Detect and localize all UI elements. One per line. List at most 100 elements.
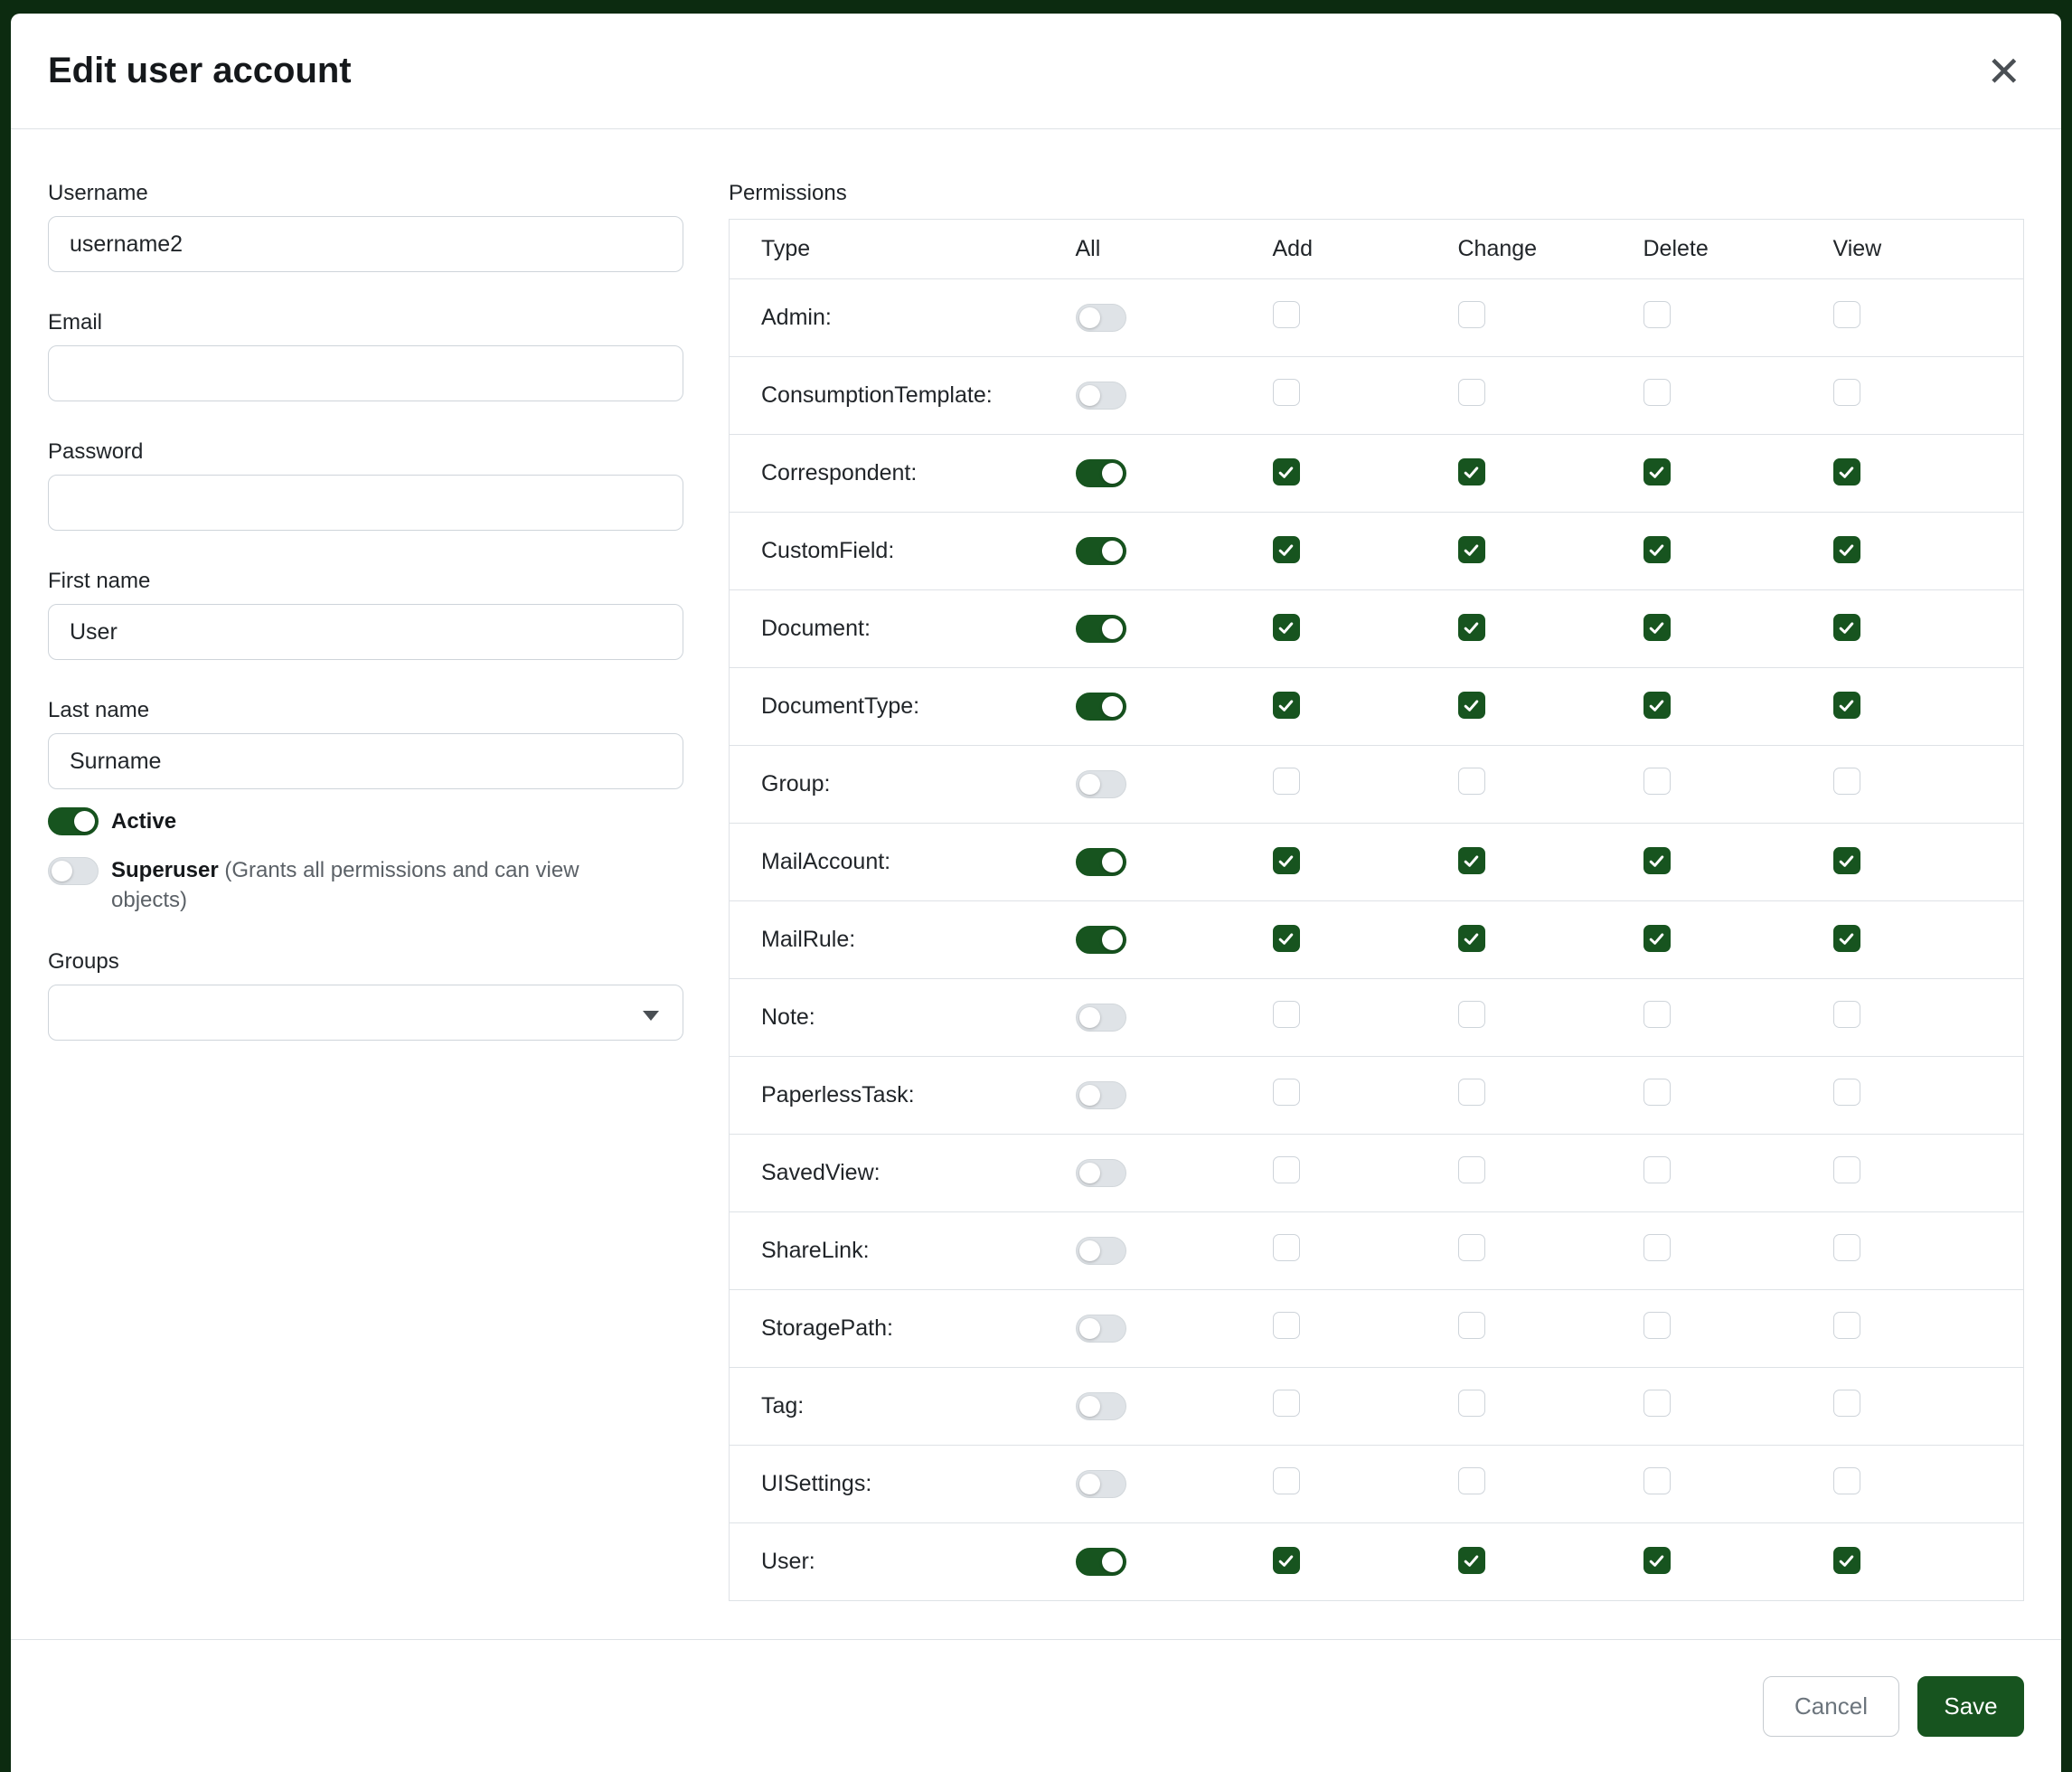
delete-checkbox[interactable] <box>1643 458 1671 485</box>
delete-checkbox[interactable] <box>1643 925 1671 952</box>
change-checkbox[interactable] <box>1458 614 1485 641</box>
password-input[interactable] <box>48 475 683 531</box>
add-checkbox[interactable] <box>1273 847 1300 874</box>
all-toggle[interactable] <box>1076 1548 1126 1576</box>
delete-checkbox[interactable] <box>1643 536 1671 563</box>
delete-checkbox[interactable] <box>1643 1156 1671 1183</box>
active-toggle[interactable] <box>48 807 99 835</box>
delete-checkbox[interactable] <box>1643 301 1671 328</box>
add-checkbox[interactable] <box>1273 925 1300 952</box>
add-checkbox[interactable] <box>1273 1390 1300 1417</box>
add-checkbox[interactable] <box>1273 614 1300 641</box>
delete-checkbox[interactable] <box>1643 692 1671 719</box>
view-checkbox[interactable] <box>1833 458 1860 485</box>
close-button[interactable]: ✕ <box>1986 51 2021 92</box>
add-checkbox[interactable] <box>1273 301 1300 328</box>
change-checkbox[interactable] <box>1458 768 1485 795</box>
add-checkbox[interactable] <box>1273 379 1300 406</box>
change-checkbox[interactable] <box>1458 536 1485 563</box>
delete-checkbox[interactable] <box>1643 1390 1671 1417</box>
change-checkbox[interactable] <box>1458 692 1485 719</box>
view-checkbox[interactable] <box>1833 847 1860 874</box>
view-checkbox[interactable] <box>1833 925 1860 952</box>
add-checkbox[interactable] <box>1273 1001 1300 1028</box>
view-checkbox[interactable] <box>1833 1234 1860 1261</box>
view-checkbox[interactable] <box>1833 1547 1860 1574</box>
delete-checkbox[interactable] <box>1643 1234 1671 1261</box>
permission-type-label: Correspondent: <box>730 435 1076 513</box>
change-checkbox[interactable] <box>1458 458 1485 485</box>
add-checkbox[interactable] <box>1273 1156 1300 1183</box>
all-toggle[interactable] <box>1076 1004 1126 1032</box>
add-checkbox[interactable] <box>1273 458 1300 485</box>
view-checkbox[interactable] <box>1833 1467 1860 1494</box>
all-toggle[interactable] <box>1076 304 1126 332</box>
first-name-group: First name <box>48 569 683 660</box>
add-checkbox[interactable] <box>1273 692 1300 719</box>
change-checkbox[interactable] <box>1458 301 1485 328</box>
all-toggle[interactable] <box>1076 615 1126 643</box>
all-toggle[interactable] <box>1076 1159 1126 1187</box>
change-checkbox[interactable] <box>1458 925 1485 952</box>
add-checkbox[interactable] <box>1273 1312 1300 1339</box>
delete-checkbox[interactable] <box>1643 768 1671 795</box>
all-toggle[interactable] <box>1076 459 1126 487</box>
delete-checkbox[interactable] <box>1643 847 1671 874</box>
groups-select[interactable] <box>48 985 683 1041</box>
delete-checkbox[interactable] <box>1643 1547 1671 1574</box>
change-checkbox[interactable] <box>1458 1079 1485 1106</box>
view-checkbox[interactable] <box>1833 1312 1860 1339</box>
delete-checkbox[interactable] <box>1643 379 1671 406</box>
view-checkbox[interactable] <box>1833 379 1860 406</box>
view-checkbox[interactable] <box>1833 301 1860 328</box>
toggle-knob <box>1102 463 1123 484</box>
view-checkbox[interactable] <box>1833 536 1860 563</box>
save-button[interactable]: Save <box>1917 1676 2024 1737</box>
all-toggle[interactable] <box>1076 770 1126 798</box>
add-checkbox[interactable] <box>1273 536 1300 563</box>
delete-checkbox[interactable] <box>1643 614 1671 641</box>
change-checkbox[interactable] <box>1458 1547 1485 1574</box>
change-checkbox[interactable] <box>1458 1001 1485 1028</box>
add-checkbox[interactable] <box>1273 1079 1300 1106</box>
username-input[interactable] <box>48 216 683 272</box>
all-toggle[interactable] <box>1076 1470 1126 1498</box>
change-checkbox[interactable] <box>1458 1312 1485 1339</box>
first-name-input[interactable] <box>48 604 683 660</box>
all-toggle[interactable] <box>1076 537 1126 565</box>
all-toggle[interactable] <box>1076 926 1126 954</box>
delete-checkbox[interactable] <box>1643 1001 1671 1028</box>
change-checkbox[interactable] <box>1458 379 1485 406</box>
superuser-toggle[interactable] <box>48 857 99 885</box>
delete-checkbox[interactable] <box>1643 1467 1671 1494</box>
change-checkbox[interactable] <box>1458 1467 1485 1494</box>
view-checkbox[interactable] <box>1833 692 1860 719</box>
add-checkbox[interactable] <box>1273 1467 1300 1494</box>
change-checkbox[interactable] <box>1458 847 1485 874</box>
permission-row: Document: <box>730 590 2024 668</box>
change-checkbox[interactable] <box>1458 1390 1485 1417</box>
add-checkbox[interactable] <box>1273 1234 1300 1261</box>
all-toggle[interactable] <box>1076 382 1126 410</box>
all-toggle[interactable] <box>1076 1392 1126 1420</box>
view-checkbox[interactable] <box>1833 614 1860 641</box>
view-checkbox[interactable] <box>1833 1001 1860 1028</box>
cancel-button[interactable]: Cancel <box>1763 1676 1899 1737</box>
last-name-input[interactable] <box>48 733 683 789</box>
add-checkbox[interactable] <box>1273 768 1300 795</box>
delete-checkbox[interactable] <box>1643 1312 1671 1339</box>
all-toggle[interactable] <box>1076 848 1126 876</box>
delete-checkbox[interactable] <box>1643 1079 1671 1106</box>
change-checkbox[interactable] <box>1458 1156 1485 1183</box>
all-toggle[interactable] <box>1076 1237 1126 1265</box>
view-checkbox[interactable] <box>1833 1156 1860 1183</box>
add-checkbox[interactable] <box>1273 1547 1300 1574</box>
change-checkbox[interactable] <box>1458 1234 1485 1261</box>
all-toggle[interactable] <box>1076 1081 1126 1109</box>
all-toggle[interactable] <box>1076 693 1126 721</box>
view-checkbox[interactable] <box>1833 1390 1860 1417</box>
view-checkbox[interactable] <box>1833 1079 1860 1106</box>
email-input[interactable] <box>48 345 683 401</box>
view-checkbox[interactable] <box>1833 768 1860 795</box>
all-toggle[interactable] <box>1076 1315 1126 1343</box>
